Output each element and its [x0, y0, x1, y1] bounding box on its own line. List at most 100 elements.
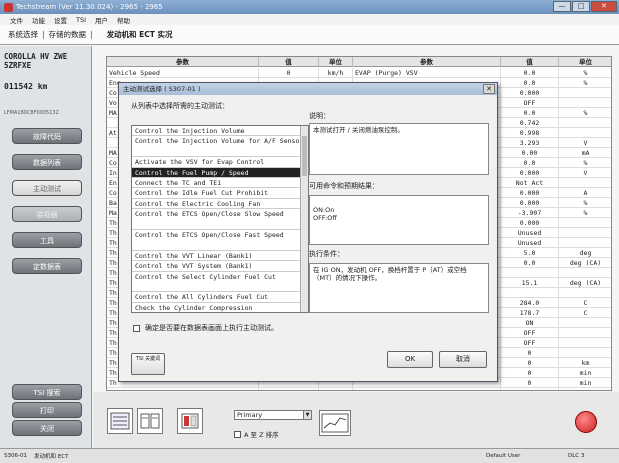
cell-value-right: 0.0	[501, 68, 559, 77]
active-test-item[interactable]: Control the Injection Volume	[132, 126, 308, 137]
active-test-list[interactable]: Control the Injection Volume Control the …	[131, 125, 309, 313]
print-button[interactable]: 打印	[12, 402, 82, 418]
cell-unit-right	[559, 348, 611, 357]
fixed-data-button[interactable]: 定数据表	[12, 258, 82, 274]
status-system: 发动机和 ECT	[34, 454, 69, 460]
active-test-item[interactable]: Control the ETCS Open/Close Fast Speed	[132, 230, 308, 251]
tools-button[interactable]: 工具	[12, 232, 82, 248]
monitor-button[interactable]: 监视器	[12, 206, 82, 222]
data-list-view-icon[interactable]	[107, 408, 133, 434]
graph-view-icon[interactable]	[319, 410, 351, 436]
table-row[interactable]: Fuel Pump/Speed StatusOFF Time after DTC …	[107, 388, 611, 390]
close-button[interactable]: 关闭	[12, 420, 82, 436]
cell-value-right: 284.0	[501, 298, 559, 307]
datalist-checkbox[interactable]	[133, 324, 140, 332]
cell-unit-right: min	[559, 368, 611, 377]
stop-recording-button[interactable]	[575, 411, 597, 433]
cell-param-right: EVAP (Purge) VSV	[353, 68, 501, 77]
cell-value-right: 0	[501, 368, 559, 377]
grouped-list-icon[interactable]	[137, 408, 163, 434]
data-list-button[interactable]: 数据列表	[12, 154, 82, 170]
cell-unit-right: deg (CA)	[559, 258, 611, 267]
cell-value-right: OFF	[501, 98, 559, 107]
active-test-button[interactable]: 主动测试	[12, 180, 82, 196]
menu-settings[interactable]: 设置	[54, 15, 67, 25]
conditions-text: 在 IG ON，发动机 OFF，换档杆置于 P（AT）或空档（MT）的情况下操作…	[313, 266, 467, 282]
vin-number: LFMA180C8F0005132	[4, 110, 59, 116]
minimize-button[interactable]: —	[553, 1, 571, 12]
cell-param-right: Time after DTC Cleared	[353, 388, 501, 390]
cell-unit-right	[559, 318, 611, 327]
active-test-item[interactable]: Control the Fuel Pump / Speed	[132, 167, 308, 178]
active-test-item[interactable]: Control the Electric Cooling Fan	[132, 199, 308, 210]
options-label: 可用命令和预期结果：	[309, 182, 379, 190]
cell-value-right: 0.0	[501, 158, 559, 167]
cell-value-right: 0	[501, 378, 559, 387]
group-select-value: Primary	[237, 411, 263, 419]
cell-unit-right	[559, 128, 611, 137]
active-test-item[interactable]: Control the Select Cylinder Fuel Cut	[132, 272, 308, 293]
cell-value-right: ON	[501, 318, 559, 327]
cell-unit-left	[319, 388, 353, 390]
header-unit-right: 单位	[559, 57, 611, 67]
cell-value-right: Unused	[501, 238, 559, 247]
sort-checkbox[interactable]	[234, 430, 241, 438]
cell-unit-right	[559, 118, 611, 127]
active-test-item[interactable]: Control the VVT Linear (Bank1)	[132, 251, 308, 262]
active-test-item[interactable]: Connect the TC and TE1	[132, 178, 308, 189]
active-test-item[interactable]: Control the Idle Fuel Cut Prohibit	[132, 188, 308, 199]
cell-value-right: 0	[501, 358, 559, 367]
status-screen-code: S306-01	[4, 453, 27, 459]
active-test-item[interactable]: Control the Injection Volume for A/F Sen…	[132, 136, 308, 158]
dtc-button[interactable]: 故障代码	[12, 128, 82, 144]
cell-param-left: Vehicle Speed	[107, 68, 259, 77]
dialog-close-button[interactable]: ✕	[483, 84, 495, 94]
menu-tsi[interactable]: TSI	[76, 16, 86, 24]
tsi-search-button[interactable]: TSI 搜索	[12, 384, 82, 400]
conditions-label: 执行条件：	[309, 250, 344, 258]
menu-help[interactable]: 帮助	[117, 15, 130, 25]
breadcrumb: 系统选择 | 存储的数据 | 发动机和 ECT 实况	[0, 25, 619, 45]
active-test-item[interactable]: Control the All Cylinders Fuel Cut	[132, 292, 308, 303]
column-view-icon[interactable]	[177, 408, 203, 434]
chevron-down-icon[interactable]: ▼	[303, 411, 311, 419]
breadcrumb-stored-data[interactable]: 存储的数据	[49, 29, 87, 40]
menu-function[interactable]: 功能	[32, 15, 45, 25]
cell-value-right: 0.000	[501, 198, 559, 207]
cell-unit-right	[559, 228, 611, 237]
cancel-button[interactable]: 取消	[439, 351, 487, 368]
menu-file[interactable]: 文件	[10, 15, 23, 25]
menu-user[interactable]: 用户	[95, 15, 108, 25]
header-parameter-right: 参数	[353, 57, 501, 67]
active-test-item[interactable]: Activate the VSV for Evap Control	[132, 157, 308, 168]
table-row[interactable]: Vehicle Speed 0 km/h EVAP (Purge) VSV 0.0%	[107, 68, 611, 78]
maximize-button[interactable]: □	[572, 1, 590, 12]
options-text: ON:On OFF:Off	[313, 206, 337, 222]
scroll-thumb[interactable]	[302, 136, 307, 176]
cell-value-right: 0.0	[501, 258, 559, 267]
cell-unit-right: deg	[559, 248, 611, 257]
sort-row[interactable]: A 至 Z 排序	[234, 429, 279, 439]
cell-value-right: 0.0	[501, 108, 559, 117]
datalist-checkbox-label: 确定是否要在数据表画面上执行主动测试。	[145, 324, 278, 332]
cell-unit-right	[559, 218, 611, 227]
tsi-keyword-button[interactable]: TSI 关键词	[131, 353, 165, 375]
cell-unit-right: %	[559, 158, 611, 167]
active-test-item[interactable]: Check the Cylinder Compression	[132, 303, 308, 312]
datalist-checkbox-row[interactable]: 确定是否要在数据表画面上执行主动测试。	[133, 323, 278, 333]
close-window-button[interactable]: ✕	[591, 1, 617, 12]
breadcrumb-system-select[interactable]: 系统选择	[8, 29, 38, 40]
group-select[interactable]: Primary ▼	[234, 410, 312, 420]
ok-button[interactable]: OK	[387, 351, 433, 368]
list-scrollbar[interactable]	[300, 126, 308, 312]
active-test-item[interactable]: Control the ETCS Open/Close Slow Speed	[132, 209, 308, 230]
menu-bar: 文件 功能 设置 TSI 用户 帮助	[0, 14, 619, 25]
cell-unit-right: %	[559, 78, 611, 87]
cell-value-right: 178.7	[501, 308, 559, 317]
cell-value-right: OFF	[501, 328, 559, 337]
header-value-right: 值	[501, 57, 559, 67]
active-test-item[interactable]: Control the VVT System (Bank1)	[132, 261, 308, 272]
cell-unit-right: %	[559, 108, 611, 117]
cell-unit-left: km/h	[319, 68, 353, 77]
cell-unit-right: min	[559, 388, 611, 390]
